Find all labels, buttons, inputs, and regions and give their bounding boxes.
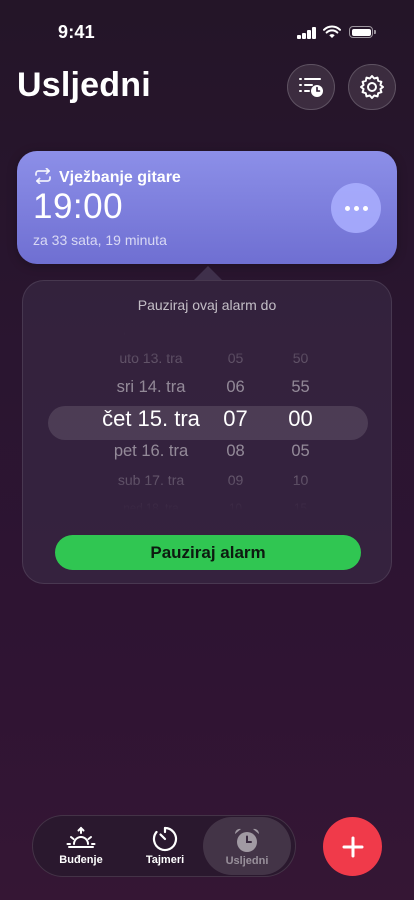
list-clock-icon [299, 78, 323, 97]
picker-minutes-value: 00 [288, 406, 313, 431]
popover-arrow [194, 266, 222, 280]
page-title: Usljedni [17, 66, 151, 104]
cellular-signal-icon [297, 27, 317, 39]
snooze-picker[interactable]: pon 12. tra 04 45 uto 13. tra 05 50 sri 14. tr… [23, 323, 391, 515]
battery-icon [349, 26, 376, 38]
picker-row-selected[interactable]: čet 15. tra 07 00 [23, 406, 391, 432]
picker-minutes-value: 15 [294, 503, 307, 515]
tab-label: Buđenje [59, 854, 103, 866]
tab-tajmeri[interactable]: Tajmeri [121, 816, 209, 876]
more-options-button[interactable] [331, 183, 381, 233]
status-time: 9:41 [58, 22, 95, 42]
picker-row[interactable]: uto 13. tra 05 50 [23, 345, 391, 371]
picker-hours-value: 06 [226, 377, 245, 396]
picker-hours-value: 08 [226, 441, 245, 460]
picker-row[interactable]: pet 16. tra 08 05 [23, 438, 391, 464]
picker-hours-value: 10 [229, 503, 242, 515]
picker-minutes-value: 55 [291, 377, 310, 396]
picker-hours-value: 04 [229, 323, 242, 335]
plus-icon [342, 836, 363, 857]
sort-button[interactable] [287, 64, 335, 110]
alarm-eta: za 33 sata, 19 minuta [33, 232, 167, 248]
settings-button[interactable] [348, 64, 396, 110]
tab-bar: Buđenje Tajmeri Usljedni [32, 815, 296, 877]
picker-hours-value: 07 [223, 406, 248, 431]
picker-days-value: sri 14. tra [116, 377, 186, 396]
picker-days-value: ned 18. tra [123, 503, 179, 515]
add-alarm-button[interactable] [323, 817, 382, 876]
picker-minutes-value: 45 [294, 323, 307, 335]
picker-row[interactable]: pon 12. tra 04 45 [23, 316, 391, 342]
repeat-icon [35, 168, 51, 184]
gear-icon [360, 75, 384, 99]
alarm-card[interactable]: Vježbanje gitare 19:00 za 33 sata, 19 mi… [17, 151, 397, 264]
tab-label: Tajmeri [145, 854, 185, 866]
tab-label: Usljedni [225, 855, 269, 867]
snooze-button[interactable]: Pauziraj alarm [55, 535, 361, 570]
picker-days-value: pon 12. tra [123, 323, 179, 335]
timer-icon [152, 826, 178, 852]
wifi-icon [323, 25, 341, 38]
picker-minutes-value: 50 [292, 350, 309, 366]
picker-row[interactable]: ned 18. tra 10 15 [23, 496, 391, 522]
alarm-name: Vježbanje gitare [59, 169, 181, 186]
status-bar: 9:41 [0, 0, 414, 56]
picker-days-value: sub 17. tra [117, 472, 185, 488]
snooze-title: Pauziraj ovaj alarm do [137, 297, 277, 313]
picker-hours-value: 09 [227, 472, 244, 488]
picker-days-value: uto 13. tra [119, 350, 183, 366]
snooze-popover: Pauziraj ovaj alarm do pon 12. tra 04 45 ut… [22, 280, 392, 584]
ellipsis-icon [344, 205, 350, 211]
picker-days-value: čet 15. tra [102, 406, 200, 431]
picker-row[interactable]: sri 14. tra 06 55 [23, 374, 391, 400]
picker-minutes-value: 10 [292, 472, 309, 488]
tab-usljedni[interactable]: Usljedni [203, 817, 291, 875]
picker-days-value: pet 16. tra [113, 441, 189, 460]
alarm-time: 19:00 [33, 187, 124, 226]
picker-hours-value: 05 [227, 350, 244, 366]
alarm-clock-icon [234, 828, 260, 852]
picker-minutes-value: 05 [291, 441, 310, 460]
picker-row[interactable]: sub 17. tra 09 10 [23, 467, 391, 493]
tab-budenje[interactable]: Buđenje [37, 816, 125, 876]
sunrise-icon [66, 826, 96, 848]
